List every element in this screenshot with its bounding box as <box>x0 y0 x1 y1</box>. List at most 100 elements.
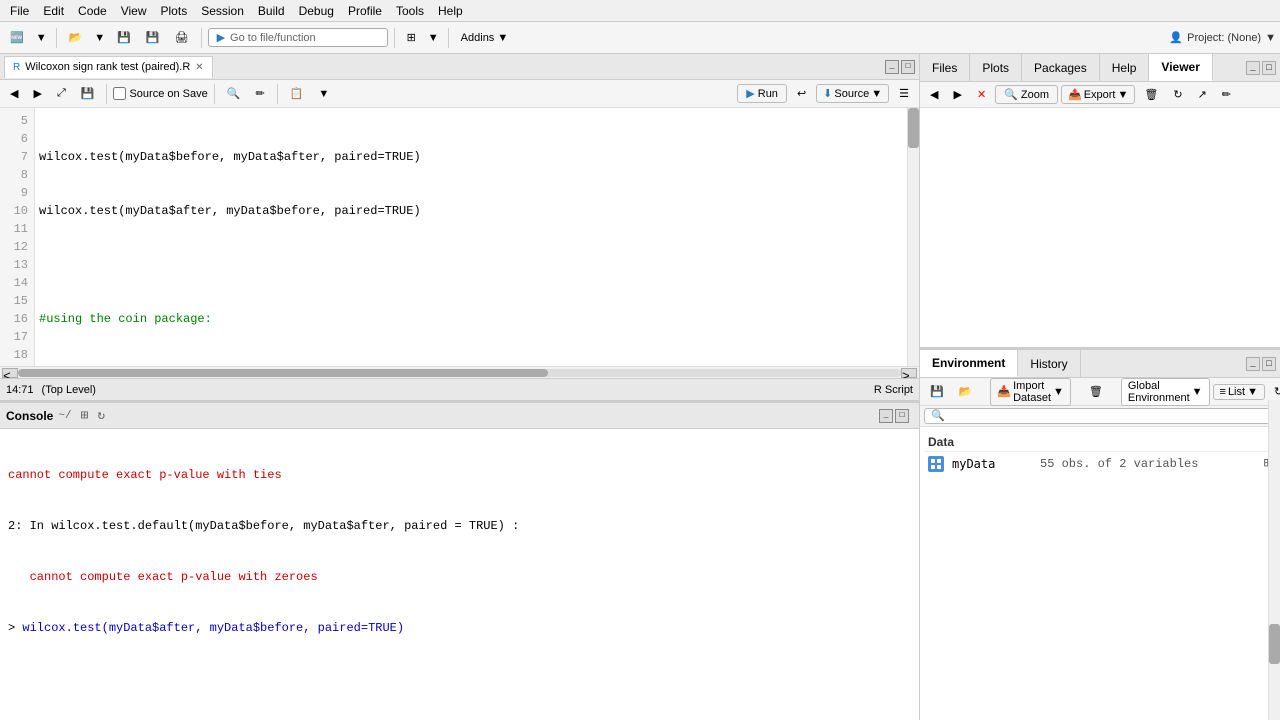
code-editor[interactable]: 5 6 7 8 9 10 11 12 13 14 15 16 17 18 wil… <box>0 108 919 366</box>
right-top-maximize[interactable]: □ <box>1262 61 1276 75</box>
import-dataset-button[interactable]: 📥 Import Dataset ▼ <box>990 378 1071 406</box>
code-line-7 <box>39 256 903 274</box>
viewer-options-button[interactable]: ✏ <box>1216 86 1237 103</box>
env-toolbar: 💾 📂 📥 Import Dataset ▼ 🗑 Global Environm… <box>920 378 1280 406</box>
addins-button[interactable]: Addins ▼ <box>455 29 515 47</box>
save-all-button[interactable]: 💾 <box>140 28 166 47</box>
menu-plots[interactable]: Plots <box>155 3 194 19</box>
clear-env-button[interactable]: 🗑 <box>1083 383 1109 400</box>
scrollbar-track[interactable] <box>18 369 901 377</box>
viewer-refresh-button[interactable]: ↻ <box>1167 86 1188 103</box>
tab-history[interactable]: History <box>1018 350 1080 377</box>
viewer-open-browser-button[interactable]: ↗ <box>1192 86 1213 103</box>
new-file-dropdown[interactable]: ▼ <box>33 31 50 45</box>
code-content[interactable]: wilcox.test(myData$before, myData$after,… <box>35 108 907 366</box>
grid-view-button[interactable]: ⊞ <box>401 28 422 47</box>
viewer-clear-button[interactable]: 🗑 <box>1138 86 1164 103</box>
right-bottom-maximize[interactable]: □ <box>1262 357 1276 371</box>
console-minimize-button[interactable]: _ <box>879 409 893 423</box>
console-line-2: 2: In wilcox.test.default(myData$before,… <box>8 518 911 535</box>
compile-button[interactable]: 📋 <box>284 85 310 102</box>
close-tab-button[interactable]: ✕ <box>195 62 203 73</box>
source-on-save-input[interactable] <box>113 87 126 100</box>
menu-profile[interactable]: Profile <box>342 3 388 19</box>
menu-tools[interactable]: Tools <box>390 3 430 19</box>
grid-dropdown[interactable]: ▼ <box>425 31 442 45</box>
menu-help[interactable]: Help <box>432 3 469 19</box>
save-env-button[interactable]: 💾 <box>924 383 950 400</box>
export-button[interactable]: 📤 Export ▼ <box>1061 85 1135 104</box>
open-file-button[interactable]: 📂 <box>63 28 89 47</box>
print-button[interactable]: 🖨 <box>169 28 195 47</box>
new-file-icon: 🆕 <box>10 31 24 44</box>
data-row-mydata[interactable]: myData 55 obs. of 2 variables ⊞ <box>924 452 1276 475</box>
user-icon: 👤 <box>1169 31 1183 44</box>
tab-environment[interactable]: Environment <box>920 350 1018 377</box>
menu-build[interactable]: Build <box>252 3 291 19</box>
env-search-input[interactable] <box>924 408 1276 424</box>
tab-files[interactable]: Files <box>920 54 970 81</box>
global-env-selector[interactable]: Global Environment ▼ <box>1121 378 1210 406</box>
forward-button[interactable]: ▶ <box>27 85 47 102</box>
menu-edit[interactable]: Edit <box>37 3 70 19</box>
list-refresh-area: ≡ List ▼ ↻ <box>1213 383 1280 400</box>
show-in-window-button[interactable]: ⤢ <box>51 85 72 102</box>
menu-file[interactable]: File <box>4 3 35 19</box>
viewer-forward-button[interactable]: ▶ <box>947 86 967 103</box>
scroll-right-button[interactable]: > <box>901 368 917 378</box>
source-on-save-checkbox[interactable]: Source on Save <box>113 87 207 100</box>
console-content[interactable]: cannot compute exact p-value with ties 2… <box>0 429 919 720</box>
project-arrow-icon: ▼ <box>1265 32 1276 44</box>
options-button[interactable]: ☰ <box>893 84 915 103</box>
save-file-button[interactable]: 💾 <box>111 28 137 47</box>
editor-vertical-scrollbar[interactable] <box>907 108 919 366</box>
run-button[interactable]: ▶ Run <box>737 84 787 103</box>
export-icon: 📤 <box>1068 88 1082 101</box>
tab-packages[interactable]: Packages <box>1022 54 1100 81</box>
editor-scrollbar-thumb[interactable] <box>908 108 919 148</box>
editor-maximize-button[interactable]: □ <box>901 60 915 74</box>
zoom-button[interactable]: 🔍 Zoom <box>995 85 1058 104</box>
editor-tab-wilcoxon[interactable]: R Wilcoxon sign rank test (paired).R ✕ <box>4 56 213 78</box>
load-env-button[interactable]: 📂 <box>953 383 979 400</box>
tab-help[interactable]: Help <box>1100 54 1150 81</box>
code-line-9: #load the package <box>39 364 903 366</box>
menu-view[interactable]: View <box>115 3 153 19</box>
editor-horizontal-scrollbar[interactable]: < > <box>0 366 919 378</box>
menu-session[interactable]: Session <box>195 3 250 19</box>
source-button[interactable]: ⬇ Source ▼ <box>816 84 889 103</box>
right-bottom-minimize[interactable]: _ <box>1246 357 1260 371</box>
console-icon2[interactable]: ↻ <box>97 408 105 423</box>
scrollbar-thumb[interactable] <box>18 369 548 377</box>
list-button[interactable]: ≡ List ▼ <box>1213 384 1265 400</box>
new-file-button[interactable]: 🆕 <box>4 28 30 47</box>
refresh-env-button[interactable]: ↻ <box>1268 383 1280 400</box>
tab-plots[interactable]: Plots <box>970 54 1022 81</box>
console-icon1[interactable]: ⊞ <box>81 408 89 423</box>
code-tools-button[interactable]: ✏ <box>249 85 270 102</box>
editor-minimize-button[interactable]: _ <box>885 60 899 74</box>
line-numbers: 5 6 7 8 9 10 11 12 13 14 15 16 17 18 <box>0 108 35 366</box>
console-tab-label[interactable]: Console <box>6 409 53 423</box>
code-line-5: wilcox.test(myData$before, myData$after,… <box>39 148 903 166</box>
right-top-panel: Files Plots Packages Help Viewer _ □ ◀ ▶… <box>920 54 1280 350</box>
tab-title: Wilcoxon sign rank test (paired).R <box>25 61 190 73</box>
menu-debug[interactable]: Debug <box>293 3 340 19</box>
scroll-left-button[interactable]: < <box>2 368 18 378</box>
back-button[interactable]: ◀ <box>4 85 24 102</box>
viewer-stop-button[interactable]: ✕ <box>971 86 992 103</box>
save-editor-button[interactable]: 💾 <box>75 85 101 102</box>
tab-viewer[interactable]: Viewer <box>1149 54 1212 81</box>
data-section-title: Data <box>924 431 1276 452</box>
go-to-file-input[interactable]: ▶ Go to file/function <box>208 28 388 47</box>
open-dropdown[interactable]: ▼ <box>91 31 108 45</box>
project-selector[interactable]: 👤 Project: (None) ▼ <box>1169 31 1276 44</box>
viewer-back-button[interactable]: ◀ <box>924 86 944 103</box>
right-top-minimize[interactable]: _ <box>1246 61 1260 75</box>
re-run-button[interactable]: ↩ <box>791 84 812 103</box>
right-bottom-panel: Environment History _ □ 💾 📂 📥 Import Dat… <box>920 350 1280 720</box>
knit-button[interactable]: ▼ <box>312 86 335 102</box>
menu-code[interactable]: Code <box>72 3 113 19</box>
search-editor-button[interactable]: 🔍 <box>221 85 247 102</box>
console-maximize-button[interactable]: □ <box>895 409 909 423</box>
